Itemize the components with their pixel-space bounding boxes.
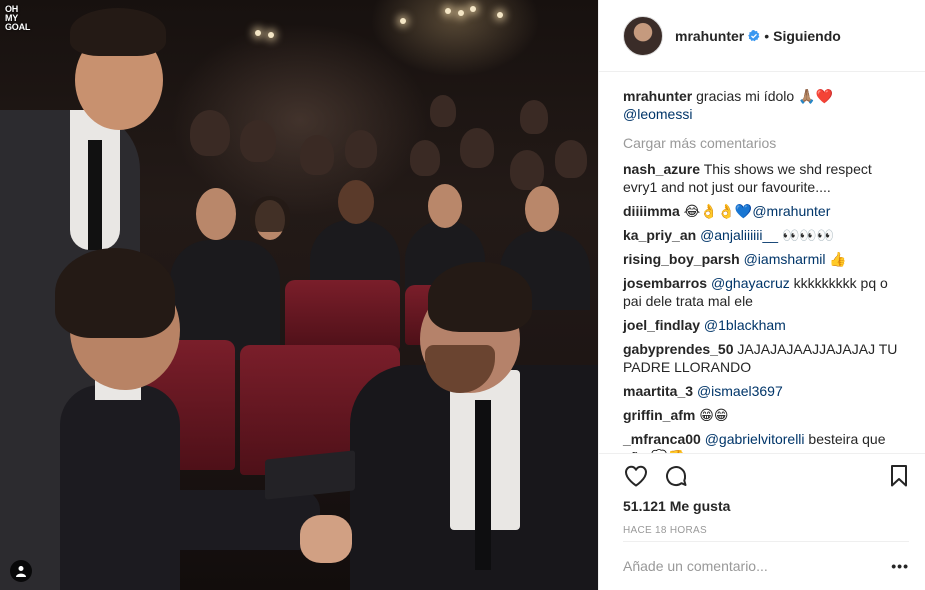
comment-item: ka_priy_an @anjaliiiiii__ 👀👀👀 — [623, 226, 909, 244]
post-view: OH MY GOAL mrahunter • Siguiendo mrahunt… — [0, 0, 925, 590]
comment-input[interactable] — [623, 558, 884, 574]
comment-username[interactable]: griffin_afm — [623, 407, 695, 423]
comment-item: rising_boy_parsh @iamsharmil 👍 — [623, 250, 909, 268]
comment-item: griffin_afm 😁😁 — [623, 406, 909, 424]
comment-username[interactable]: rising_boy_parsh — [623, 251, 740, 267]
comment-item: maartita_3 @ismael3697 — [623, 382, 909, 400]
following-button[interactable]: Siguiendo — [773, 28, 841, 44]
comments-list: mrahunter gracias mi ídolo 🙏🏽❤️ @leomess… — [599, 73, 925, 453]
post-actions: 51.121 Me gusta HACE 18 HORAS — [599, 453, 925, 536]
header-username[interactable]: mrahunter — [675, 28, 744, 44]
more-options-icon[interactable]: ••• — [883, 558, 909, 574]
bookmark-icon — [891, 465, 907, 487]
post-header: mrahunter • Siguiendo — [599, 0, 925, 72]
comment-mention[interactable]: @1blackham — [704, 317, 786, 333]
comment-username[interactable]: gabyprendes_50 — [623, 341, 734, 357]
ohmygoal-logo: OH MY GOAL — [5, 4, 31, 32]
comment-item: nash_azure This shows we shd respect evr… — [623, 160, 909, 196]
likes-count[interactable]: 51.121 Me gusta — [623, 498, 909, 514]
comment-mention[interactable]: @ghayacruz — [711, 275, 790, 291]
verified-badge-icon — [748, 29, 760, 41]
comment-username[interactable]: maartita_3 — [623, 383, 693, 399]
comment-item: josembarros @ghayacruz kkkkkkkkk pq o pa… — [623, 274, 909, 310]
comment-username[interactable]: josembarros — [623, 275, 707, 291]
comment-username[interactable]: _mfranca00 — [623, 431, 701, 447]
comment-mention[interactable]: @gabrielvitorelli — [705, 431, 805, 447]
comment-mention[interactable]: @ismael3697 — [697, 383, 783, 399]
comment-text: 👀👀👀 — [781, 227, 835, 243]
comment-mention[interactable]: @mrahunter — [752, 203, 830, 219]
caption-mention[interactable]: @leomessi — [623, 106, 692, 122]
comment-item: joel_findlay @1blackham — [623, 316, 909, 334]
avatar[interactable] — [623, 15, 663, 56]
comment-text: 👍 — [829, 251, 847, 267]
comment-bubble-icon — [666, 466, 687, 487]
add-comment-bar: ••• — [623, 541, 909, 590]
save-button[interactable] — [886, 463, 912, 489]
action-icons-row — [623, 454, 909, 498]
comment-username[interactable]: nash_azure — [623, 161, 700, 177]
caption-username[interactable]: mrahunter — [623, 88, 692, 104]
comment-username[interactable]: ka_priy_an — [623, 227, 696, 243]
comment-item: gabyprendes_50 JAJAJAJAAJJAJAJAJ TU PADR… — [623, 340, 909, 376]
post-side-panel: mrahunter • Siguiendo mrahunter gracias … — [598, 0, 925, 590]
comment-mention[interactable]: @anjaliiiiii__ — [700, 227, 778, 243]
header-separator: • — [764, 27, 770, 44]
comment-item: diiiimma 😂👌👌💙@mrahunter — [623, 202, 909, 220]
comment-username[interactable]: joel_findlay — [623, 317, 700, 333]
post-timestamp[interactable]: HACE 18 HORAS — [623, 525, 909, 536]
post-photo[interactable]: OH MY GOAL — [0, 0, 598, 590]
comment-username[interactable]: diiiimma — [623, 203, 680, 219]
user-tag-button[interactable] — [10, 560, 32, 582]
load-more-comments-button[interactable]: Cargar más comentarios — [623, 135, 909, 151]
comment-mention[interactable]: @iamsharmil — [744, 251, 826, 267]
heart-icon — [625, 465, 647, 487]
comment-text: 😂👌👌💙 — [683, 203, 753, 219]
comment-text: 😁😁 — [699, 407, 729, 423]
person-icon — [16, 566, 26, 577]
post-caption: mrahunter gracias mi ídolo 🙏🏽❤️ @leomess… — [623, 87, 909, 123]
like-button[interactable] — [623, 463, 649, 489]
comment-item: _mfranca00 @gabrielvitorelli besteira qu… — [623, 430, 909, 453]
caption-text: gracias mi ídolo 🙏🏽❤️ — [696, 88, 833, 104]
comment-button[interactable] — [663, 463, 689, 489]
